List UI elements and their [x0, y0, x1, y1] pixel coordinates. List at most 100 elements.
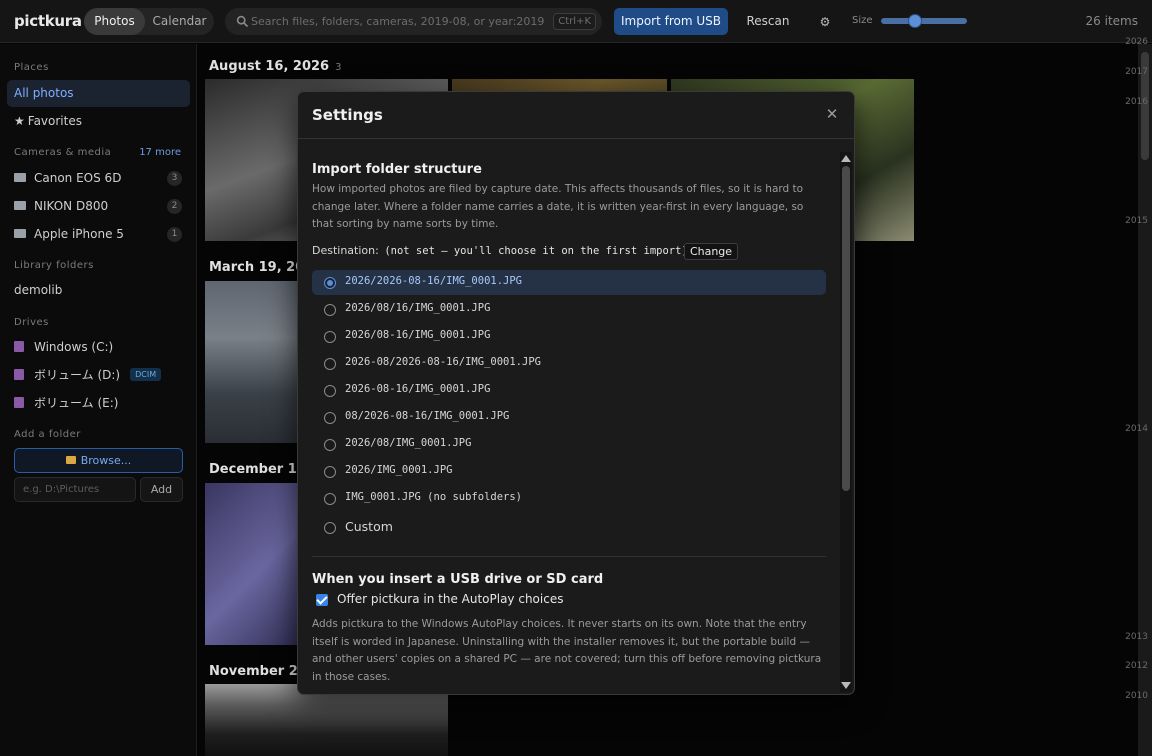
- search-box: Ctrl+K: [225, 8, 602, 35]
- gear-icon[interactable]: ⚙: [817, 14, 833, 30]
- folder-option[interactable]: 2026/2026-08-16/IMG_0001.JPG: [312, 270, 826, 295]
- tab-calendar[interactable]: Calendar: [145, 8, 214, 35]
- radio-button[interactable]: [324, 522, 336, 534]
- autoplay-label[interactable]: Offer pictkura in the AutoPlay choices: [337, 592, 563, 606]
- sidebar-item-camera[interactable]: Apple iPhone 5 1: [7, 221, 190, 248]
- radio-button[interactable]: [324, 385, 336, 397]
- usb-heading: When you insert a USB drive or SD card: [312, 572, 604, 587]
- timeline-scrollbar[interactable]: [1138, 44, 1152, 756]
- folder-structure-heading: Import folder structure: [312, 162, 482, 177]
- slider-knob[interactable]: [908, 14, 922, 28]
- timeline-year[interactable]: 2016: [1125, 97, 1148, 107]
- radio-button[interactable]: [324, 358, 336, 370]
- sidebar: Places All photos ★ Favorites Cameras & m…: [0, 44, 197, 756]
- timeline-year[interactable]: 2014: [1125, 424, 1148, 434]
- option-label: 2026/2026-08-16/IMG_0001.JPG: [345, 275, 523, 287]
- sidebar-item-camera[interactable]: NIKON D800 2: [7, 193, 190, 220]
- settings-dialog: Settings ✕ Import folder structure How i…: [297, 91, 855, 695]
- option-label: 2026/08-16/IMG_0001.JPG: [345, 329, 491, 341]
- folder-path-input[interactable]: [14, 477, 136, 502]
- folder-structure-description: How imported photos are filed by capture…: [312, 183, 804, 230]
- search-icon: [236, 15, 249, 28]
- search-input[interactable]: [251, 13, 551, 30]
- timeline-year[interactable]: 2015: [1125, 216, 1148, 226]
- option-label: Custom: [345, 519, 393, 534]
- browse-button[interactable]: Browse...: [14, 448, 183, 473]
- shortcut-hint: Ctrl+K: [553, 13, 596, 30]
- date-count: 3: [335, 62, 342, 73]
- add-folder-button[interactable]: Add: [140, 477, 183, 502]
- folder-option[interactable]: 08/2026-08-16/IMG_0001.JPG: [312, 405, 826, 430]
- timeline-year[interactable]: 2026: [1125, 37, 1148, 47]
- folder-option[interactable]: 2026/IMG_0001.JPG: [312, 459, 826, 484]
- size-slider[interactable]: [881, 14, 967, 28]
- folder-option[interactable]: 2026/08-16/IMG_0001.JPG: [312, 324, 826, 349]
- folder-option[interactable]: 2026-08-16/IMG_0001.JPG: [312, 378, 826, 403]
- scroll-up-arrow-icon[interactable]: [841, 155, 851, 162]
- sidebar-item-drive[interactable]: ボリューム (E:): [7, 390, 190, 417]
- radio-button[interactable]: [324, 493, 336, 505]
- folder-option-custom[interactable]: Custom: [312, 515, 826, 540]
- autoplay-checkbox[interactable]: [316, 594, 328, 606]
- tab-photos[interactable]: Photos: [84, 8, 145, 35]
- cameras-more-link[interactable]: 17 more: [139, 147, 181, 158]
- radio-button[interactable]: [324, 277, 336, 289]
- app-logo: pictkura: [14, 12, 82, 30]
- sidebar-item-drive[interactable]: ボリューム (D:) DCIM: [7, 362, 190, 389]
- destination-row: Destination: (not set — you'll choose it…: [312, 244, 688, 257]
- folder-option[interactable]: IMG_0001.JPG (no subfolders): [312, 486, 826, 511]
- timeline-year[interactable]: 2013: [1125, 632, 1148, 642]
- dcim-tag: DCIM: [130, 368, 162, 381]
- timeline-year[interactable]: 2010: [1125, 691, 1148, 701]
- drive-icon: [14, 397, 24, 408]
- count-badge: 2: [167, 199, 182, 214]
- dialog-header: Settings ✕: [298, 92, 854, 139]
- sidebar-item-label: NIKON D800: [34, 199, 109, 213]
- option-label: 2026/08/IMG_0001.JPG: [345, 437, 472, 449]
- count-badge: 3: [167, 171, 182, 186]
- sidebar-item-library-folder[interactable]: demolib: [7, 277, 190, 304]
- view-switcher: Photos Calendar: [84, 8, 214, 35]
- sidebar-item-favorites[interactable]: ★ Favorites: [7, 108, 190, 135]
- option-label: 2026/IMG_0001.JPG: [345, 464, 453, 476]
- radio-button[interactable]: [324, 331, 336, 343]
- folder-icon: [65, 456, 76, 464]
- rescan-button[interactable]: Rescan: [742, 8, 794, 35]
- radio-button[interactable]: [324, 304, 336, 316]
- drive-icon: [14, 341, 24, 352]
- folder-option[interactable]: 2026/08/16/IMG_0001.JPG: [312, 297, 826, 322]
- sidebar-item-label: Favorites: [27, 114, 82, 128]
- camera-icon: [14, 229, 26, 238]
- folder-option[interactable]: 2026/08/IMG_0001.JPG: [312, 432, 826, 457]
- places-header: Places: [14, 62, 49, 73]
- timeline-year[interactable]: 2012: [1125, 661, 1148, 671]
- sidebar-item-label: Windows (C:): [34, 340, 114, 354]
- radio-button[interactable]: [324, 439, 336, 451]
- import-from-usb-button[interactable]: Import from USB: [614, 8, 728, 35]
- cameras-header: Cameras & media: [14, 147, 112, 158]
- scrollbar-thumb[interactable]: [842, 166, 850, 491]
- divider: [312, 556, 826, 557]
- scroll-down-arrow-icon[interactable]: [841, 682, 851, 689]
- sidebar-item-camera[interactable]: Canon EOS 6D 3: [7, 165, 190, 192]
- sidebar-item-all-photos[interactable]: All photos: [7, 80, 190, 107]
- sidebar-item-label: ボリューム (E:): [34, 396, 119, 410]
- option-label: 2026/08/16/IMG_0001.JPG: [345, 302, 491, 314]
- dialog-scrollbar[interactable]: [840, 152, 852, 692]
- radio-button[interactable]: [324, 466, 336, 478]
- timeline-year[interactable]: 2017: [1125, 67, 1148, 77]
- item-count: 26 items: [1085, 14, 1138, 28]
- slider-track: [881, 18, 967, 24]
- sidebar-item-label: Apple iPhone 5: [34, 227, 124, 241]
- option-label: 2026-08/2026-08-16/IMG_0001.JPG: [345, 356, 541, 368]
- change-destination-button[interactable]: Change: [684, 243, 738, 260]
- sidebar-item-drive[interactable]: Windows (C:): [7, 334, 190, 361]
- folder-option[interactable]: 2026-08/2026-08-16/IMG_0001.JPG: [312, 351, 826, 376]
- option-label: IMG_0001.JPG (no subfolders): [345, 491, 523, 503]
- camera-icon: [14, 201, 26, 210]
- radio-button[interactable]: [324, 412, 336, 424]
- close-icon[interactable]: ✕: [824, 106, 840, 122]
- date-header: August 16, 2026 3: [209, 59, 341, 74]
- sidebar-item-label: demolib: [14, 283, 63, 297]
- star-icon: ★: [14, 114, 25, 128]
